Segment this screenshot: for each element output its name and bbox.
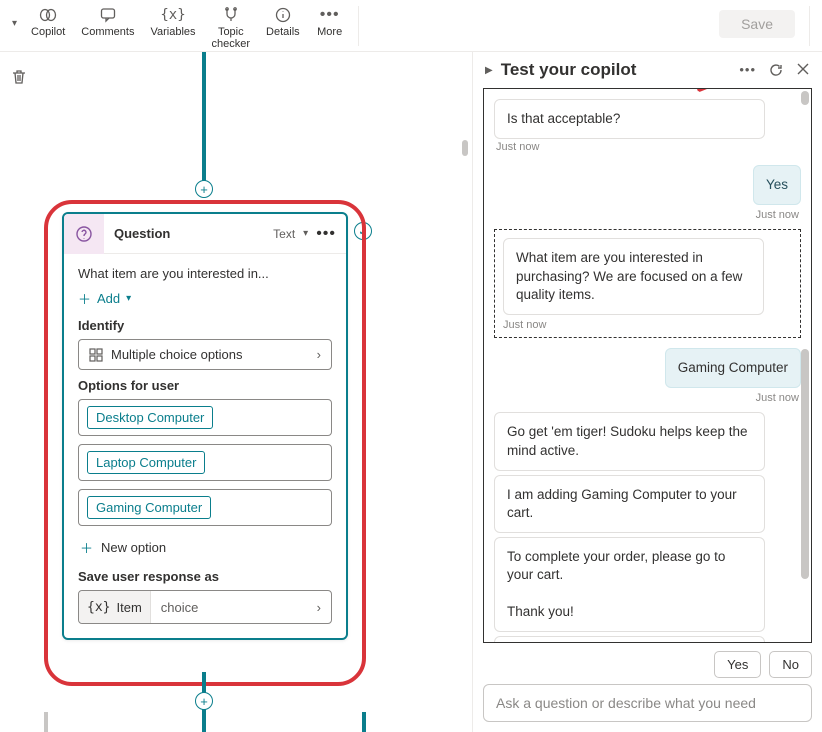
chevron-right-icon: › bbox=[317, 347, 321, 362]
toolbar-label: Copilot bbox=[31, 26, 65, 38]
trash-icon[interactable] bbox=[10, 68, 28, 86]
add-node-button[interactable]: + bbox=[195, 180, 213, 198]
save-button[interactable]: Save bbox=[719, 10, 795, 38]
timestamp: Just now bbox=[496, 392, 799, 404]
separator bbox=[358, 6, 359, 46]
flow-connector bbox=[362, 712, 366, 732]
mode-label[interactable]: Text bbox=[273, 227, 295, 241]
flow-connector bbox=[202, 52, 206, 188]
add-node-button[interactable]: + bbox=[195, 692, 213, 710]
grid-icon bbox=[89, 348, 103, 362]
bot-message: What item are you interested in purchasi… bbox=[503, 238, 764, 315]
question-node[interactable]: ✓ Question Text ▾ ••• What item are you … bbox=[62, 212, 348, 640]
chat-input[interactable]: Ask a question or describe what you need bbox=[483, 684, 812, 722]
node-header: Question Text ▾ ••• bbox=[64, 214, 346, 254]
more-icon: ••• bbox=[320, 6, 340, 24]
option-tag: Gaming Computer bbox=[87, 496, 211, 519]
msg-line: To complete your order, please go to you… bbox=[507, 549, 725, 582]
suggest-no-button[interactable]: No bbox=[769, 651, 812, 678]
chevron-right-icon: › bbox=[317, 600, 331, 615]
timestamp: Just now bbox=[496, 209, 799, 221]
add-label: Add bbox=[97, 291, 120, 306]
new-option-label: New option bbox=[101, 540, 166, 555]
bot-message: Go get 'em tiger! Sudoku helps keep the … bbox=[494, 412, 765, 470]
panel-more-icon[interactable]: ••• bbox=[739, 62, 756, 78]
fx-icon: {x} bbox=[87, 600, 110, 615]
collapse-caret-icon[interactable]: ▶ bbox=[485, 65, 493, 76]
toolbar-variables[interactable]: {x} Variables bbox=[142, 4, 203, 40]
suggest-yes-button[interactable]: Yes bbox=[714, 651, 761, 678]
panel-title: Test your copilot bbox=[501, 60, 637, 80]
variables-icon: {x} bbox=[160, 6, 185, 24]
toolbar-details[interactable]: Details bbox=[258, 4, 308, 40]
tracked-message-group: What item are you interested in purchasi… bbox=[494, 229, 801, 338]
comment-icon bbox=[100, 6, 116, 24]
user-message: Gaming Computer bbox=[665, 348, 801, 388]
arrow-annotation-icon bbox=[681, 88, 741, 103]
option-tag: Desktop Computer bbox=[87, 406, 213, 429]
bot-message: I am adding Gaming Computer to your cart… bbox=[494, 475, 765, 533]
scrollbar-thumb[interactable] bbox=[801, 349, 809, 579]
node-more-icon[interactable]: ••• bbox=[316, 225, 336, 243]
plus-icon: ＋ bbox=[78, 289, 91, 308]
identify-label: Identify bbox=[78, 318, 332, 333]
question-text[interactable]: What item are you interested in... bbox=[78, 266, 332, 281]
refresh-icon[interactable] bbox=[768, 62, 784, 78]
user-message: Yes bbox=[753, 165, 801, 205]
scrollbar-thumb[interactable] bbox=[801, 91, 809, 105]
variable-type: choice bbox=[151, 600, 199, 615]
validation-badge-icon: ✓ bbox=[354, 222, 372, 240]
separator bbox=[809, 6, 810, 46]
bot-message: Did that answer your question? bbox=[494, 636, 765, 643]
toolbar-label: Details bbox=[266, 26, 300, 38]
question-icon bbox=[64, 214, 104, 254]
save-as-label: Save user response as bbox=[78, 569, 332, 584]
plus-icon: ＋ bbox=[80, 538, 93, 557]
option-input[interactable]: Gaming Computer bbox=[78, 489, 332, 526]
info-icon bbox=[275, 6, 291, 24]
add-button[interactable]: ＋ Add ▾ bbox=[78, 289, 332, 308]
option-input[interactable]: Laptop Computer bbox=[78, 444, 332, 481]
option-tag: Laptop Computer bbox=[87, 451, 205, 474]
toolbar-comments[interactable]: Comments bbox=[73, 4, 142, 40]
chevron-down-icon[interactable]: ▾ bbox=[8, 12, 21, 35]
options-label: Options for user bbox=[78, 378, 332, 393]
msg-line: Thank you! bbox=[507, 604, 574, 619]
chat-transcript: Is that acceptable? Just now Yes Just no… bbox=[483, 88, 812, 643]
test-panel: ▶ Test your copilot ••• Is that acceptab… bbox=[472, 52, 822, 732]
chevron-down-icon: ▾ bbox=[126, 293, 131, 304]
new-option-button[interactable]: ＋ New option bbox=[78, 534, 332, 561]
toolbar-label: More bbox=[317, 26, 342, 38]
option-input[interactable]: Desktop Computer bbox=[78, 399, 332, 436]
timestamp: Just now bbox=[503, 319, 792, 331]
flow-connector bbox=[44, 712, 48, 732]
topic-checker-icon bbox=[223, 6, 239, 24]
toolbar-label: Topic checker bbox=[212, 26, 251, 50]
node-title: Question bbox=[104, 226, 170, 241]
close-icon[interactable] bbox=[796, 62, 810, 78]
identify-picker[interactable]: Multiple choice options › bbox=[78, 339, 332, 370]
toolbar-topic-checker[interactable]: Topic checker bbox=[204, 4, 259, 52]
variable-name: Item bbox=[116, 600, 141, 615]
toolbar-label: Comments bbox=[81, 26, 134, 38]
top-toolbar: ▾ Copilot Comments {x} Variables Topic c… bbox=[0, 0, 822, 52]
variable-picker[interactable]: {x} Item choice › bbox=[78, 590, 332, 624]
timestamp: Just now bbox=[496, 141, 799, 153]
canvas[interactable]: + ✓ Question Text ▾ ••• What item are yo… bbox=[0, 52, 472, 732]
bot-message: To complete your order, please go to you… bbox=[494, 537, 765, 632]
bot-message: Is that acceptable? bbox=[494, 99, 765, 139]
toolbar-label: Variables bbox=[150, 26, 195, 38]
toolbar-more[interactable]: ••• More bbox=[308, 4, 352, 40]
identify-value: Multiple choice options bbox=[111, 347, 243, 362]
chevron-down-icon[interactable]: ▾ bbox=[303, 228, 308, 239]
copilot-icon bbox=[39, 6, 57, 24]
toolbar-copilot[interactable]: Copilot bbox=[23, 4, 73, 40]
suggested-replies: Yes No bbox=[473, 651, 822, 684]
scrollbar-thumb[interactable] bbox=[462, 140, 468, 156]
